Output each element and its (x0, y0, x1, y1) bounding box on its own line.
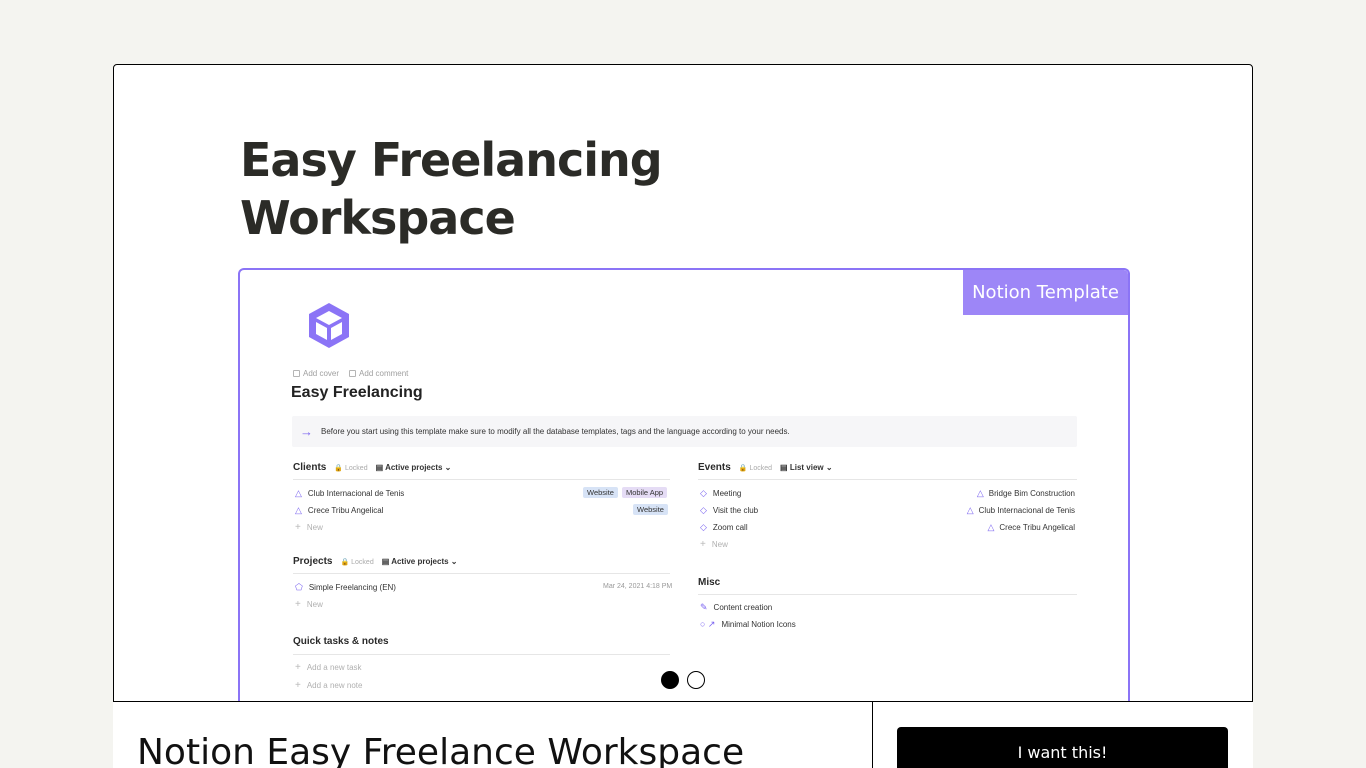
add-cover-button[interactable]: Add cover (293, 369, 339, 378)
event-client-link[interactable]: △ Bridge Bim Construction (977, 488, 1075, 499)
clients-view-selector[interactable]: ▤ Active projects ⌄ (376, 463, 452, 472)
divider (293, 573, 670, 574)
carousel-dot-2[interactable] (687, 671, 705, 689)
list-item[interactable]: ◇ Zoom call (700, 522, 748, 533)
pentagon-icon: ⬠ (295, 582, 303, 592)
plus-icon: + (295, 522, 301, 533)
quick-tasks-header: Quick tasks & notes (293, 636, 389, 647)
diamond-icon: ◇ (700, 488, 707, 498)
plus-icon: + (295, 662, 301, 673)
new-client-button[interactable]: + New (295, 522, 323, 533)
hero-title-line2: Workspace (240, 191, 516, 245)
list-item[interactable]: △ Club Internacional de Tenis (295, 488, 404, 499)
new-project-button[interactable]: + New (295, 599, 323, 610)
page-meta: Add cover Add comment (293, 369, 408, 378)
diamond-icon: ◇ (700, 505, 707, 515)
lock-icon: 🔒 Locked (738, 464, 773, 472)
event-client-link[interactable]: △ Club Internacional de Tenis (967, 505, 1075, 516)
event-client-link[interactable]: △ Crece Tribu Angelical (987, 522, 1075, 533)
triangle-icon: △ (987, 522, 995, 532)
clients-header: Clients 🔒 Locked ▤ Active projects ⌄ (293, 462, 452, 473)
events-header: Events 🔒 Locked ▤ List view ⌄ (698, 462, 833, 473)
hero-title: Easy Freelancing Workspace (240, 131, 663, 247)
callout: → Before you start using this template m… (292, 416, 1077, 447)
carousel-dots (661, 671, 705, 689)
projects-view-selector[interactable]: ▤ Active projects ⌄ (382, 557, 458, 566)
add-note-button[interactable]: + Add a new note (295, 680, 362, 691)
triangle-icon: △ (295, 488, 302, 498)
tag-website: Website (633, 504, 668, 515)
list-item[interactable]: ◇ Meeting (700, 488, 741, 499)
arrow-right-icon: → (300, 424, 313, 439)
pencil-icon: ✎ (700, 602, 708, 612)
product-card: Easy Freelancing Workspace Notion Templa… (113, 64, 1253, 768)
list-item[interactable]: ⬠ Simple Freelancing (EN) (295, 582, 396, 593)
product-title: Notion Easy Freelance Workspace (137, 732, 745, 768)
tag-group: Website (633, 504, 668, 515)
cube-icon (309, 303, 349, 348)
callout-text: Before you start using this template mak… (321, 427, 790, 436)
i-want-this-button[interactable]: I want this! (897, 727, 1228, 768)
plus-icon: + (295, 599, 301, 610)
misc-item[interactable]: ✎ Content creation (700, 602, 772, 613)
plus-icon: + (700, 539, 706, 550)
lock-icon: 🔒 Locked (340, 558, 374, 566)
plus-icon: + (295, 680, 301, 691)
notion-template-badge: Notion Template (963, 270, 1128, 315)
image-icon (293, 370, 300, 377)
list-item[interactable]: ◇ Visit the club (700, 505, 758, 516)
tag-website: Website (583, 487, 618, 498)
circle-link-icon: ○ ↗ (700, 619, 716, 629)
preview-image[interactable]: Notion Template Add cover Add comment Ea… (238, 268, 1130, 708)
divider (698, 479, 1077, 480)
events-view-selector[interactable]: ▤ List view ⌄ (780, 463, 833, 472)
lock-icon: 🔒 Locked (334, 464, 368, 472)
triangle-icon: △ (966, 505, 974, 515)
tag-group: Website Mobile App (583, 487, 668, 498)
triangle-icon: △ (976, 488, 984, 498)
product-footer: Notion Easy Freelance Workspace I want t… (113, 701, 1253, 768)
tag-mobile-app: Mobile App (621, 487, 668, 498)
divider (872, 702, 873, 768)
list-item[interactable]: △ Crece Tribu Angelical (295, 505, 384, 516)
triangle-icon: △ (295, 505, 302, 515)
add-comment-button[interactable]: Add comment (349, 369, 408, 378)
notion-page-title: Easy Freelancing (291, 384, 423, 401)
comment-icon (349, 370, 357, 377)
hero-title-line1: Easy Freelancing (240, 133, 663, 187)
projects-header: Projects 🔒 Locked ▤ Active projects ⌄ (293, 556, 458, 567)
misc-header: Misc (698, 577, 721, 588)
divider (293, 654, 670, 655)
add-task-button[interactable]: + Add a new task (295, 662, 362, 673)
misc-item[interactable]: ○ ↗ Minimal Notion Icons (700, 619, 796, 630)
diamond-icon: ◇ (700, 522, 707, 532)
new-event-button[interactable]: + New (700, 539, 728, 550)
project-date: Mar 24, 2021 4:18 PM (603, 583, 673, 590)
carousel-dot-1[interactable] (661, 671, 679, 689)
divider (293, 479, 670, 480)
divider (698, 594, 1077, 595)
